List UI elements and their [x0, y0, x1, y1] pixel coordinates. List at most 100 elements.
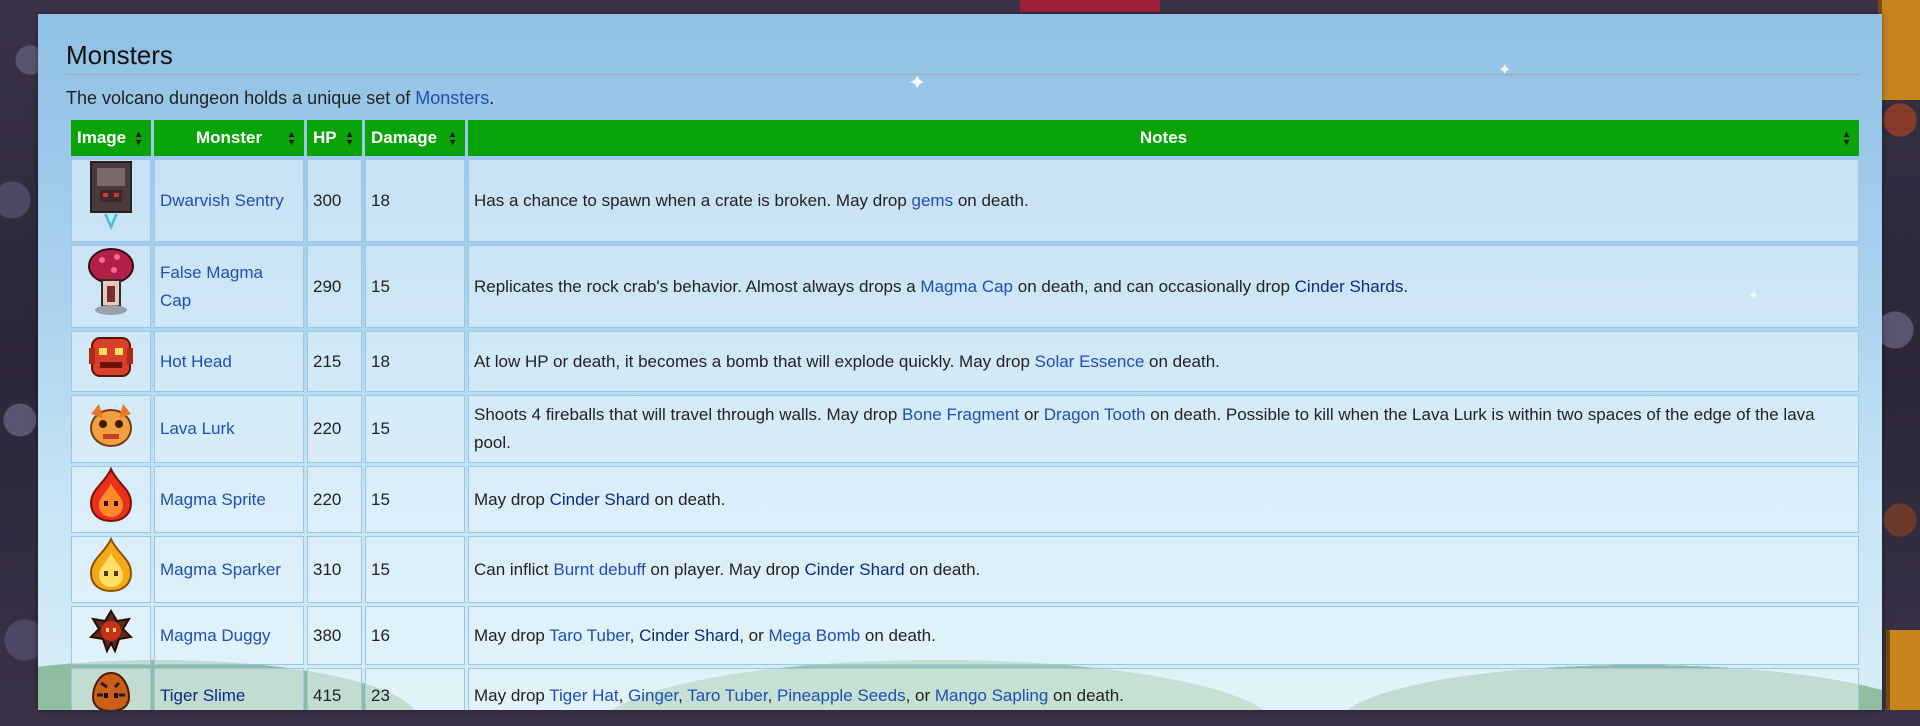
table-row: Magma Sparker 310 15 Can inflict Burnt debu… [71, 536, 1859, 603]
intro-end: . [489, 88, 495, 108]
dwarvish-sentry-sprite[interactable] [86, 160, 136, 241]
notes-text: Has a chance to spawn when a crate is br… [474, 190, 912, 210]
hot-head-sprite[interactable] [86, 332, 136, 391]
notes-link[interactable]: Ginger [628, 686, 678, 705]
monster-name-link[interactable]: Magma Sparker [160, 560, 281, 579]
notes-link[interactable]: Cinder Shards [1295, 277, 1404, 296]
column-header-label: Image [77, 128, 127, 147]
notes-link[interactable]: Tiger Hat [549, 686, 618, 705]
wiki-content-panel: ✦ ✦ ✦ Monsters The volcano dungeon holds… [38, 14, 1882, 710]
notes-link[interactable]: Mango Sapling [935, 686, 1048, 705]
notes-text: May drop [474, 489, 550, 509]
sparkle-icon: ✦ [908, 70, 927, 95]
monster-name-link[interactable]: Lava Lurk [160, 419, 235, 438]
magma-sparker-sprite[interactable] [87, 536, 135, 602]
notes-link[interactable]: Solar Essence [1035, 352, 1145, 371]
monster-name-cell: Hot Head [154, 331, 304, 392]
notes-link[interactable]: Magma Cap [920, 277, 1013, 296]
lava-lurk-sprite[interactable] [85, 400, 137, 459]
monster-image-cell [71, 536, 151, 603]
notes-link[interactable]: Pineapple Seeds [777, 686, 906, 705]
monster-notes-cell: May drop Taro Tuber, Cinder Shard, or Me… [468, 606, 1859, 665]
column-header-label: HP [313, 128, 337, 147]
column-header-label: Notes [1139, 128, 1188, 147]
notes-text: , [629, 625, 640, 645]
notes-link[interactable]: Taro Tuber [549, 626, 629, 645]
notes-link[interactable]: Mega Bomb [769, 626, 861, 645]
table-row: Hot Head 215 18 At low HP or death, it beco… [71, 331, 1859, 392]
intro-paragraph: The volcano dungeon holds a unique set o… [66, 88, 494, 109]
monster-image-cell [71, 245, 151, 328]
monster-damage-cell: 15 [365, 245, 465, 328]
false-magma-cap-sprite[interactable] [86, 246, 136, 327]
monster-name-link[interactable]: Tiger Slime [160, 686, 245, 705]
monster-notes-cell: May drop Tiger Hat, Ginger, Taro Tuber , … [468, 668, 1859, 710]
table-row: Magma Sprite 220 15 May drop Cinder Shard o… [71, 466, 1859, 533]
notes-link[interactable]: Cinder Shard [804, 560, 904, 579]
section-title: Monsters [66, 40, 173, 70]
notes-text: , [678, 685, 688, 705]
notes-text: Shoots 4 fireballs that will travel thro… [474, 405, 903, 424]
notes-text: on death. [953, 190, 1029, 210]
column-header-damage[interactable]: Damage ▲ ▼ [365, 120, 465, 156]
sort-icon[interactable]: ▲ ▼ [448, 130, 457, 147]
sort-icon[interactable]: ▲ ▼ [345, 130, 354, 147]
monster-name-link[interactable]: False Magma Cap [160, 263, 263, 310]
notes-link[interactable]: Dragon Tooth [1044, 405, 1146, 424]
notes-link[interactable]: Bone Fragment [902, 405, 1019, 424]
notes-link[interactable]: Taro Tuber [687, 686, 767, 705]
table-row: Dwarvish Sentry 300 18 Has a chance to spaw… [71, 159, 1859, 242]
column-header-image[interactable]: Image ▲ ▼ [71, 120, 151, 156]
monster-damage-cell: 15 [365, 536, 465, 603]
monsters-table: Image ▲ ▼ Monster ▲ ▼ HP ▲ ▼ Damage ▲ ▼ Notes ▲ ▼ … [68, 117, 1862, 710]
notes-text: , or [739, 625, 769, 645]
monster-image-cell [71, 668, 151, 710]
column-header-hp[interactable]: HP ▲ ▼ [307, 120, 362, 156]
monster-damage-cell: 15 [365, 466, 465, 533]
sort-icon[interactable]: ▲ ▼ [1842, 130, 1851, 147]
monster-damage-cell: 23 [365, 668, 465, 710]
notes-text: or [1019, 405, 1044, 424]
notes-text: Can inflict [474, 559, 554, 579]
notes-text: May drop [474, 685, 550, 705]
background-sign [1878, 0, 1920, 100]
column-header-label: Monster [195, 128, 263, 147]
notes-link[interactable]: gems [912, 191, 954, 210]
column-header-monster[interactable]: Monster ▲ ▼ [154, 120, 304, 156]
notes-link[interactable]: Burnt debuff [553, 560, 645, 579]
notes-text: on player. May drop [645, 559, 805, 579]
monster-name-cell: Lava Lurk [154, 395, 304, 463]
monster-name-link[interactable]: Magma Sprite [160, 490, 266, 509]
sort-icon[interactable]: ▲ ▼ [134, 130, 143, 147]
notes-text: on death. [904, 559, 981, 579]
monster-name-cell: False Magma Cap [154, 245, 304, 328]
notes-text: At low HP or death, it becomes a bomb th… [474, 351, 1035, 371]
column-header-notes[interactable]: Notes ▲ ▼ [468, 120, 1859, 156]
monster-name-link[interactable]: Magma Duggy [160, 626, 271, 645]
monster-name-link[interactable]: Hot Head [160, 352, 232, 371]
monster-name-link[interactable]: Dwarvish Sentry [160, 191, 284, 210]
notes-link[interactable]: Cinder Shard [550, 490, 650, 509]
monster-hp-cell: 220 [307, 466, 362, 533]
monster-damage-cell: 18 [365, 159, 465, 242]
monster-image-cell [71, 159, 151, 242]
table-row: Tiger Slime 415 23 May drop Tiger Hat, Ging… [71, 668, 1859, 710]
monster-hp-cell: 415 [307, 668, 362, 710]
monster-notes-cell: At low HP or death, it becomes a bomb th… [468, 331, 1859, 392]
monsters-link[interactable]: Monsters [415, 88, 489, 108]
monster-notes-cell: May drop Cinder Shard on death. [468, 466, 1859, 533]
magma-sprite-sprite[interactable] [87, 466, 135, 532]
sort-icon[interactable]: ▲ ▼ [287, 130, 296, 147]
notes-text: , or [905, 685, 935, 705]
column-header-label: Damage [371, 128, 438, 147]
notes-text: , [618, 685, 629, 705]
magma-duggy-sprite[interactable] [87, 607, 135, 664]
notes-text: . [1403, 276, 1409, 296]
table-row: Lava Lurk 220 15 Shoots 4 fireballs that wi… [71, 395, 1859, 463]
monster-notes-cell: Replicates the rock crab's behavior. Alm… [468, 245, 1859, 328]
monster-notes-cell: Has a chance to spawn when a crate is br… [468, 159, 1859, 242]
monster-name-cell: Dwarvish Sentry [154, 159, 304, 242]
notes-link[interactable]: Cinder Shard [639, 626, 739, 645]
tiger-slime-sprite[interactable] [89, 669, 133, 710]
monster-hp-cell: 215 [307, 331, 362, 392]
